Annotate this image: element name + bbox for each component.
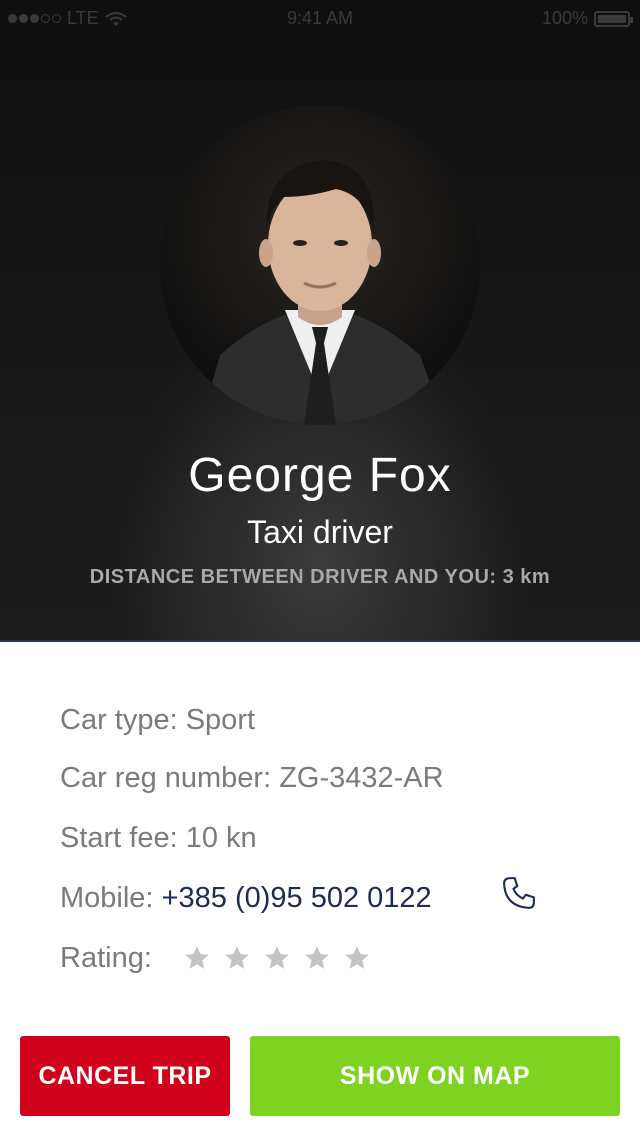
driver-role: Taxi driver — [247, 514, 393, 550]
star-icon — [305, 946, 329, 969]
car-reg-number: Car reg number: ZG-3432-AR — [60, 762, 444, 794]
star-icon — [345, 946, 369, 969]
rating-stars — [184, 938, 370, 978]
driver-name: George Fox — [188, 449, 452, 502]
car-type: Car type: Sport — [60, 704, 256, 736]
start-fee: Start fee: 10 kn — [60, 822, 257, 854]
star-icon — [265, 946, 289, 969]
rating-label: Rating: — [60, 942, 152, 974]
battery-percent: 100% — [541, 8, 588, 28]
mobile-row: Mobile: +385 (0)95 502 0122 — [60, 878, 432, 918]
phone-icon[interactable] — [498, 872, 540, 914]
star-icon — [225, 946, 249, 969]
rating-row: Rating: — [60, 938, 369, 978]
status-bar: LTE 9:41 AM 100% — [0, 0, 640, 40]
mobile-label: Mobile: — [60, 882, 154, 914]
show-on-map-button[interactable]: SHOW ON MAP — [250, 1036, 620, 1116]
driver-header: LTE 9:41 AM 100% George Fox Taxi driver … — [0, 0, 640, 642]
battery-icon — [594, 10, 633, 27]
star-icon — [185, 946, 209, 969]
cancel-trip-button[interactable]: CANCEL TRIP — [20, 1036, 230, 1116]
mobile-number-link[interactable]: +385 (0)95 502 0122 — [162, 882, 432, 914]
driver-avatar — [160, 105, 480, 425]
driver-distance: DISTANCE BETWEEN DRIVER AND YOU: 3 km — [89, 566, 551, 588]
